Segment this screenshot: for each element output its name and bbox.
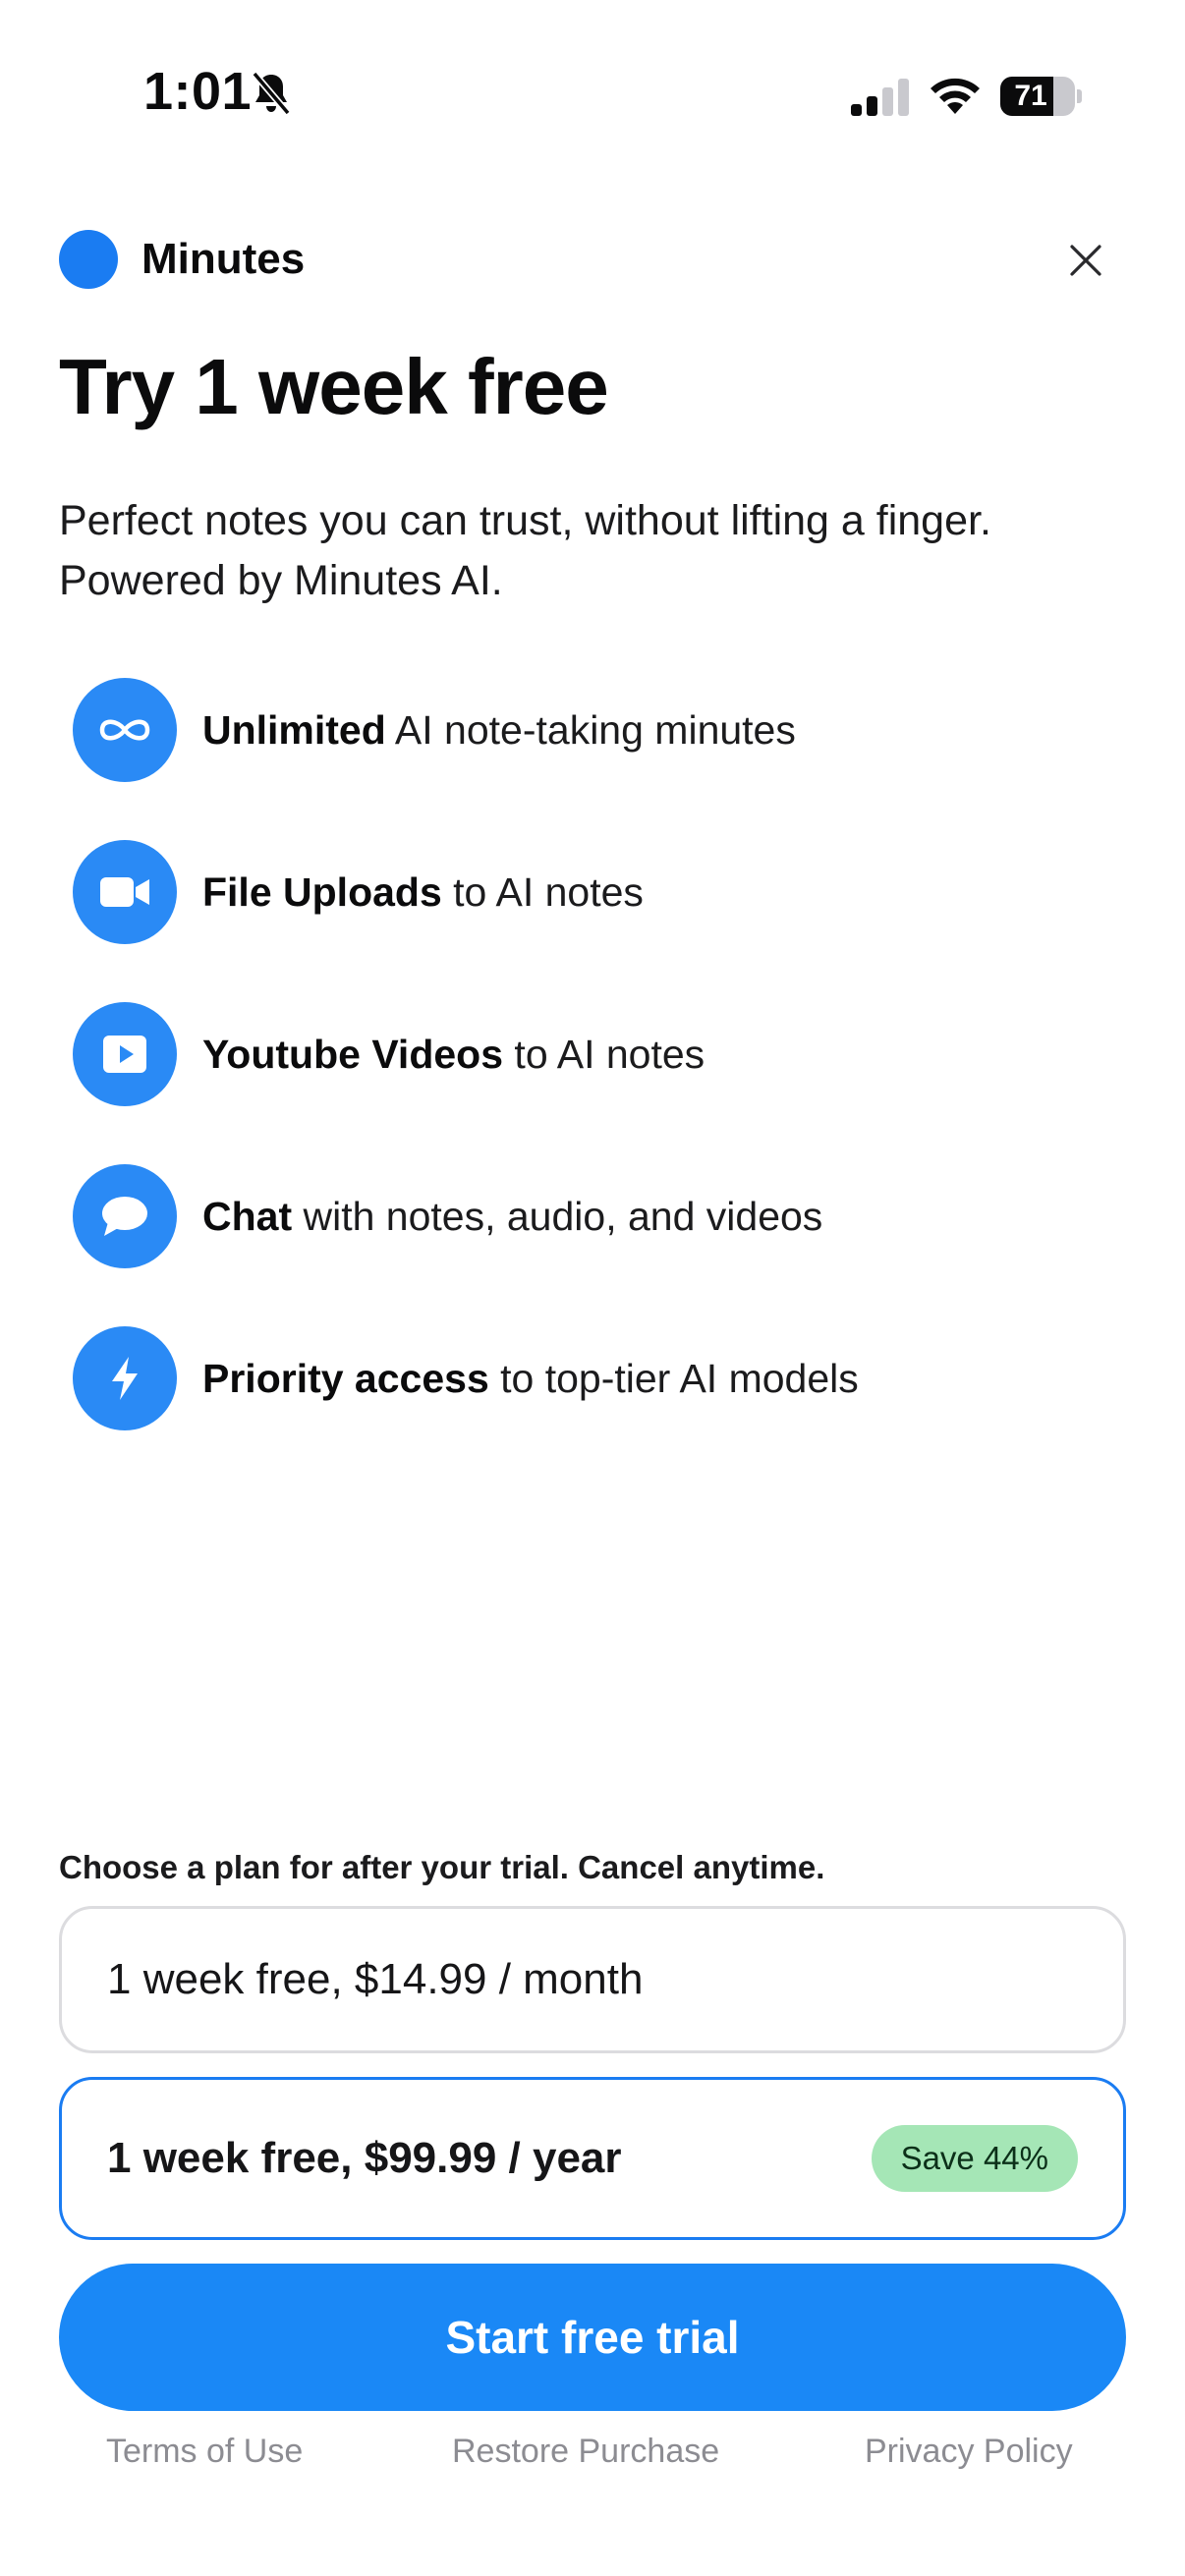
plan-option-yearly[interactable]: 1 week free, $99.99 / year Save 44% [59, 2077, 1126, 2240]
save-badge: Save 44% [871, 2125, 1078, 2192]
battery-percentage: 71 [1014, 80, 1047, 112]
feature-text: to top-tier AI models [488, 1355, 859, 1401]
feature-item-file-uploads: File Uploads to AI notes [73, 840, 1134, 944]
infinity-icon [99, 719, 150, 741]
battery-icon: 71 [1000, 77, 1082, 116]
feature-text: with notes, audio, and videos [292, 1193, 823, 1239]
feature-text: to AI notes [441, 868, 644, 915]
feature-bold-text: Youtube Videos [202, 1031, 504, 1077]
feature-text: AI note-taking minutes [385, 706, 796, 753]
video-camera-icon [100, 877, 149, 907]
plan-option-monthly[interactable]: 1 week free, $14.99 / month [59, 1906, 1126, 2053]
plan-caption: Choose a plan for after your trial. Canc… [59, 1849, 825, 1885]
privacy-policy-link[interactable]: Privacy Policy [865, 2433, 1073, 2471]
page-subtitle: Perfect notes you can trust, without lif… [59, 497, 991, 604]
wifi-icon [931, 78, 980, 114]
feature-item-unlimited: Unlimited AI note-taking minutes [73, 678, 1134, 782]
play-icon [103, 1036, 146, 1073]
bell-slash-icon [252, 71, 291, 116]
feature-item-chat: Chat with notes, audio, and videos [73, 1164, 1134, 1268]
chat-bubble-icon [102, 1197, 147, 1236]
feature-list: Unlimited AI note-taking minutes File Up… [73, 678, 1134, 1488]
feature-item-priority: Priority access to top-tier AI models [73, 1326, 1134, 1430]
plan-label: 1 week free, $99.99 / year [107, 2134, 622, 2182]
lightning-icon [112, 1357, 138, 1400]
feature-bold-text: Chat [202, 1193, 293, 1239]
app-brand: Minutes [59, 230, 305, 289]
app-name: Minutes [141, 235, 306, 283]
signal-icon [851, 79, 909, 116]
restore-purchase-link[interactable]: Restore Purchase [452, 2433, 719, 2471]
plan-label: 1 week free, $14.99 / month [107, 1955, 644, 2003]
status-bar: 1:01 71 [0, 0, 1185, 167]
feature-text: to AI notes [503, 1031, 705, 1077]
feature-bold-text: File Uploads [202, 868, 442, 915]
feature-bold-text: Unlimited [202, 706, 386, 753]
feature-bold-text: Priority access [202, 1355, 489, 1401]
feature-item-youtube: Youtube Videos to AI notes [73, 1002, 1134, 1106]
footer-links: Terms of Use Restore Purchase Privacy Po… [0, 2433, 1185, 2482]
close-icon [1070, 245, 1101, 276]
status-time: 1:01 [143, 62, 253, 121]
start-free-trial-button[interactable]: Start free trial [59, 2264, 1126, 2411]
terms-of-use-link[interactable]: Terms of Use [106, 2433, 303, 2471]
close-button[interactable] [1061, 236, 1110, 285]
app-logo-dot [59, 230, 118, 289]
page-title: Try 1 week free [59, 343, 609, 430]
